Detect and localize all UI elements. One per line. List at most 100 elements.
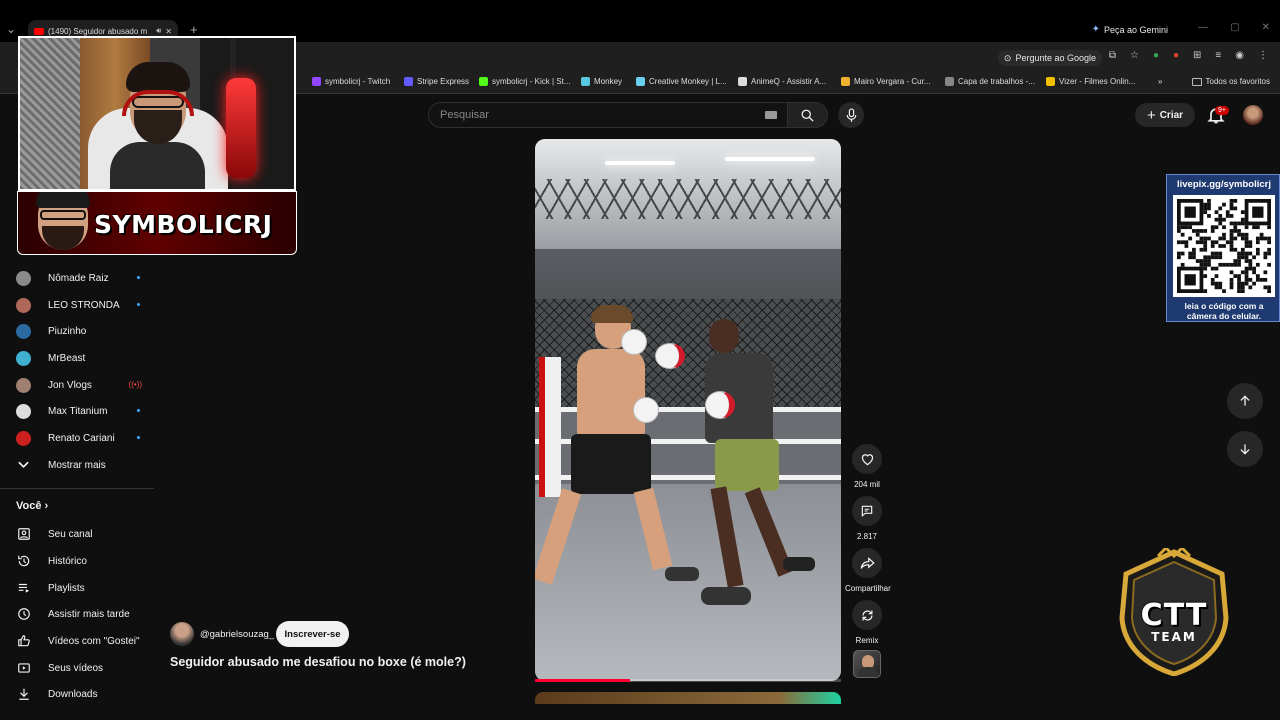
- video-progress-bar[interactable]: [535, 679, 841, 682]
- keyboard-icon[interactable]: [765, 111, 777, 119]
- create-button[interactable]: + Criar: [1135, 103, 1195, 127]
- voice-search-button[interactable]: [838, 102, 864, 128]
- speaker-icon[interactable]: 🔊︎: [156, 26, 161, 36]
- sidebar-item-playlists[interactable]: Playlists: [16, 579, 146, 597]
- install-app-icon[interactable]: ⧉: [1109, 50, 1116, 61]
- bookmark-item[interactable]: Vizer - Filmes Onlin...: [1046, 77, 1135, 86]
- like-count: 204 mil: [854, 480, 880, 489]
- extension-green-icon[interactable]: ●: [1153, 50, 1159, 61]
- qr-module: [1222, 225, 1226, 230]
- sidebar-item-subscription[interactable]: Renato Cariani: [16, 429, 146, 447]
- bookmark-star-icon[interactable]: ☆: [1130, 50, 1139, 61]
- search-input[interactable]: [429, 103, 749, 127]
- remix-label: Remix: [855, 636, 879, 645]
- qr-module: [1214, 225, 1219, 230]
- mic-arm: [230, 38, 236, 80]
- qr-module: [1233, 225, 1238, 230]
- subscribe-button[interactable]: Inscrever-se: [276, 621, 349, 647]
- channel-avatar: [16, 270, 31, 286]
- sidebar-item-watch-later[interactable]: Assistir mais tarde: [16, 605, 146, 623]
- sidebar-item-subscription[interactable]: Piuzinho: [16, 322, 146, 340]
- qr-module: [1252, 281, 1256, 286]
- download-icon: [16, 687, 31, 702]
- previous-short-button[interactable]: [1227, 383, 1263, 419]
- like-button[interactable]: 204 mil: [845, 444, 889, 489]
- bookmark-item[interactable]: Capa de trabalhos -...: [945, 77, 1035, 86]
- sidebar-item-subscription[interactable]: Jon Vlogs ((•)): [16, 376, 146, 394]
- qr-module: [1180, 251, 1185, 256]
- qr-module: [1240, 236, 1245, 241]
- qr-module: [1233, 247, 1238, 252]
- gemini-button[interactable]: ✦ Peça ao Gemini: [1092, 24, 1168, 35]
- channel-handle[interactable]: @gabrielsouzag_: [200, 629, 274, 640]
- qr-module: [1199, 236, 1204, 241]
- search-icon: [801, 109, 814, 122]
- tab-search-icon[interactable]: ⌄: [6, 22, 16, 36]
- qr-module: [1184, 244, 1189, 248]
- sidebar-item-subscription[interactable]: LEO STRONDA: [16, 296, 146, 314]
- sidebar-item-subscription[interactable]: MrBeast: [16, 349, 146, 367]
- streamer-banner: SYMBOLICRJ: [17, 191, 297, 255]
- all-bookmarks-button[interactable]: Todos os favoritos: [1191, 77, 1270, 86]
- comments-circle: [852, 496, 882, 526]
- chevron-right-icon: ›: [44, 500, 49, 512]
- sidebar-item-subscription[interactable]: Max Titanium: [16, 402, 146, 420]
- bookmark-label: Creative Monkey | L...: [649, 77, 727, 86]
- channel-name: Piuzinho: [48, 325, 87, 337]
- next-short-preview[interactable]: [535, 692, 841, 704]
- channel-avatar: [16, 297, 31, 313]
- qr-module: [1255, 225, 1260, 230]
- ask-google-chip[interactable]: ⊙ Pergunte ao Google: [997, 50, 1102, 66]
- more-bookmarks-icon[interactable]: »: [1158, 77, 1162, 86]
- bookmark-item[interactable]: Stripe Express: [404, 77, 469, 86]
- bookmark-item[interactable]: symbolicrj - Kick | St...: [479, 77, 571, 86]
- video-title[interactable]: Seguidor abusado me desafiou no boxe (é …: [170, 655, 466, 669]
- ceiling-light: [725, 157, 815, 161]
- show-more-button[interactable]: Mostrar mais: [16, 456, 146, 474]
- qr-module: [1237, 251, 1241, 256]
- qr-module: [1188, 255, 1193, 260]
- next-short-button[interactable]: [1227, 431, 1263, 467]
- search-button[interactable]: [788, 102, 828, 128]
- microphone-light: [226, 78, 256, 178]
- remix-button[interactable]: Remix: [845, 600, 889, 645]
- maximize-icon[interactable]: ▢: [1230, 22, 1239, 33]
- qr-module: [1237, 274, 1241, 278]
- extensions-puzzle-icon[interactable]: ⊞: [1193, 50, 1201, 61]
- qr-module: [1203, 255, 1208, 260]
- extension-red-icon[interactable]: ●: [1173, 50, 1179, 61]
- bookmark-item[interactable]: AnimeQ - Assistir A...: [738, 77, 826, 86]
- bookmark-item[interactable]: symbolicrj - Twitch: [312, 77, 390, 86]
- bookmark-label: Vizer - Filmes Onlin...: [1059, 77, 1136, 86]
- sidebar-item-your-videos[interactable]: Seus vídeos: [16, 659, 146, 677]
- qr-module: [1248, 285, 1253, 290]
- bookmark-favicon-icon: [738, 77, 747, 86]
- channel-avatar[interactable]: [170, 622, 194, 646]
- bookmark-item[interactable]: Mairo Vergara - Cur...: [841, 77, 930, 86]
- sidebar-item-subscription[interactable]: Nômade Raiz: [16, 269, 146, 287]
- media-controls-icon[interactable]: ≡: [1215, 50, 1221, 61]
- bookmark-item[interactable]: Monkey: [581, 77, 622, 86]
- bookmark-item[interactable]: Creative Monkey | L...: [636, 77, 727, 86]
- sidebar-item-liked-videos[interactable]: Vídeos com "Gostei": [16, 632, 146, 650]
- browser-menu-icon[interactable]: ⋮: [1258, 50, 1268, 61]
- account-avatar[interactable]: [1243, 105, 1263, 125]
- shorts-video-player[interactable]: [535, 139, 841, 681]
- qr-module: [1237, 289, 1241, 293]
- qr-module: [1237, 262, 1241, 267]
- qr-module: [1267, 236, 1271, 241]
- tab-close-icon[interactable]: ✕: [165, 27, 172, 36]
- audio-source-thumbnail[interactable]: [853, 650, 881, 678]
- minimize-icon[interactable]: —: [1198, 22, 1208, 33]
- share-button[interactable]: Compartilhar: [845, 548, 891, 593]
- microphone-icon: [846, 107, 856, 122]
- qr-code: [1173, 195, 1275, 297]
- new-tab-icon[interactable]: +: [190, 22, 198, 37]
- comments-button[interactable]: 2.817: [845, 496, 889, 541]
- window-close-icon[interactable]: ✕: [1262, 22, 1270, 33]
- you-section-heading[interactable]: Você ›: [16, 500, 48, 512]
- profile-icon[interactable]: ◉: [1235, 50, 1244, 61]
- sidebar-item-downloads[interactable]: Downloads: [16, 685, 146, 703]
- sidebar-item-history[interactable]: Histórico: [16, 552, 146, 570]
- sidebar-item-your-channel[interactable]: Seu canal: [16, 525, 146, 543]
